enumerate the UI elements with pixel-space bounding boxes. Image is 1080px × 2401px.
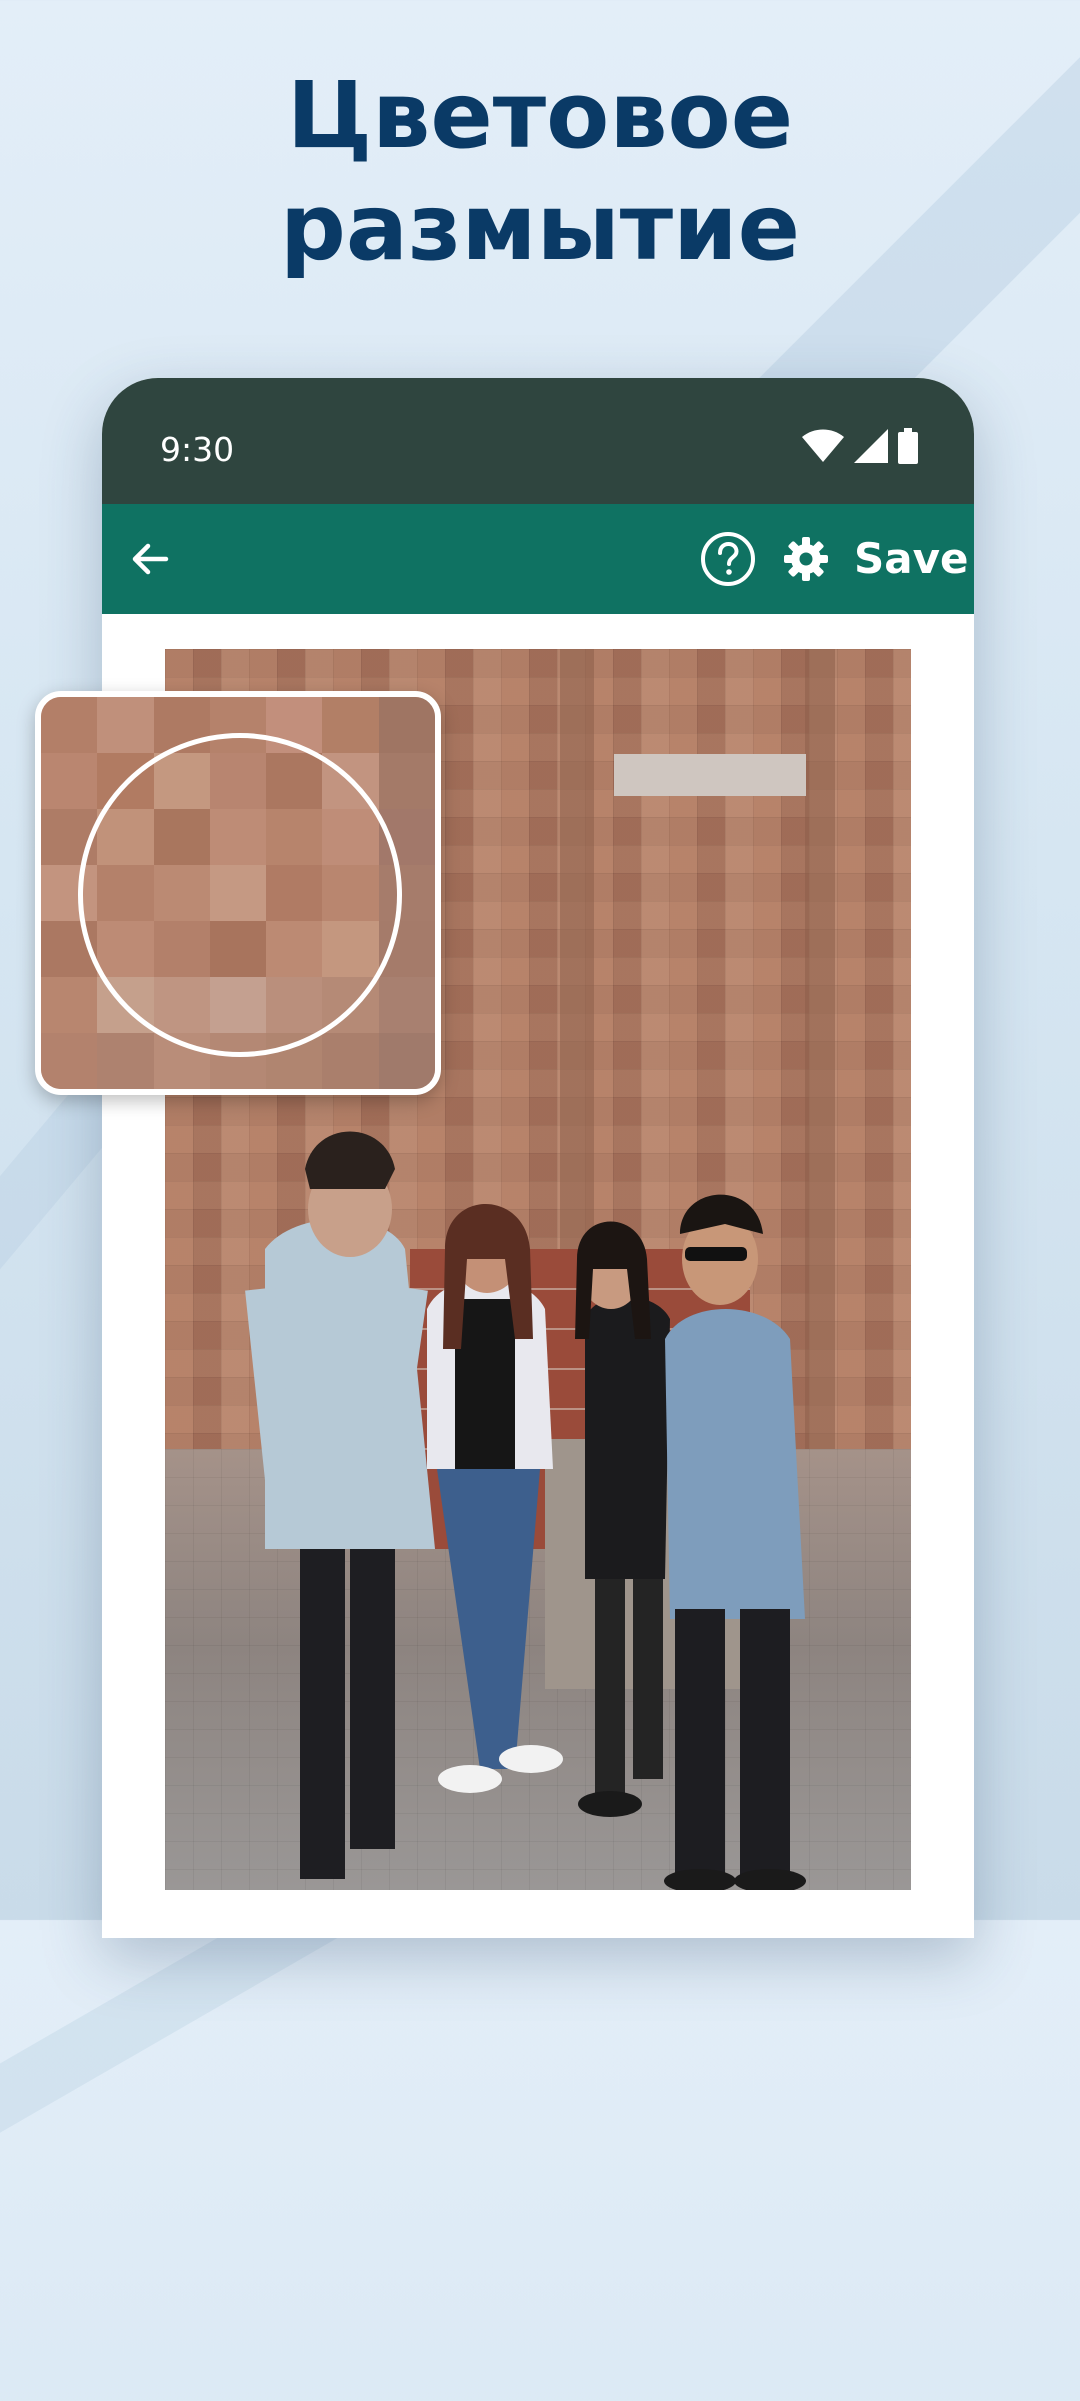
- magnifier-pixel: [41, 697, 98, 753]
- gear-icon[interactable]: [782, 535, 830, 583]
- magnifier-pixel: [97, 697, 154, 753]
- arrow-left-icon[interactable]: [126, 535, 174, 583]
- magnifier-pixel: [378, 977, 435, 1033]
- save-button[interactable]: Save: [854, 530, 968, 588]
- status-icons: [802, 428, 918, 464]
- magnifier-pixel: [97, 1033, 154, 1089]
- magnifier-pixel: [322, 1033, 379, 1089]
- phone-frame: 9:30 Save: [102, 378, 974, 1938]
- brush-cursor-circle[interactable]: [78, 733, 402, 1057]
- magnifier-pixel: [322, 697, 379, 753]
- magnifier-pixel: [378, 697, 435, 753]
- magnifier-pixel: [378, 753, 435, 809]
- status-bar: 9:30: [102, 378, 974, 504]
- status-time: 9:30: [160, 430, 235, 469]
- magnifier-preview: [35, 691, 441, 1095]
- magnifier-pixel: [41, 753, 98, 809]
- magnifier-pixel: [41, 977, 98, 1033]
- wifi-icon: [802, 429, 844, 462]
- help-circle-icon[interactable]: [700, 531, 756, 587]
- battery-icon: [898, 428, 918, 464]
- headline-line-2: размытие: [280, 174, 800, 281]
- signal-icon: [854, 429, 888, 463]
- magnifier-pixel: [41, 1033, 98, 1089]
- magnifier-pixel: [378, 1033, 435, 1089]
- promo-headline: Цветовое размытие: [0, 60, 1080, 284]
- headline-line-1: Цветовое: [286, 62, 794, 169]
- app-toolbar: Save: [102, 504, 974, 614]
